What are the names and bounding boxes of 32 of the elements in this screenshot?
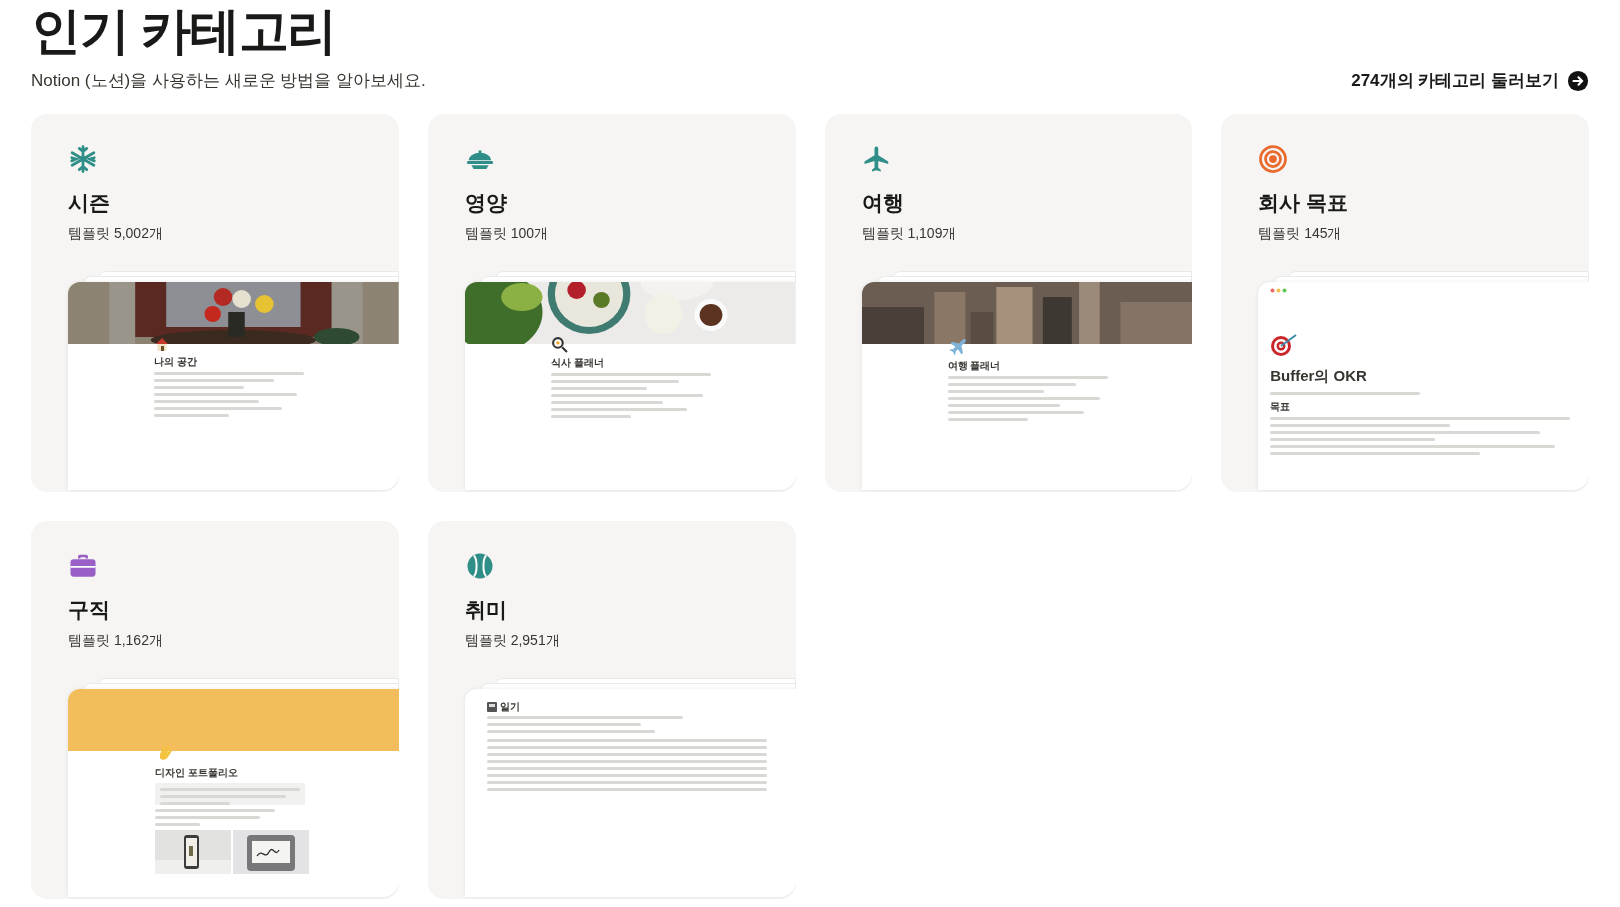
category-name: 회사 목표 bbox=[1257, 189, 1350, 216]
template-count: 템플릿 145개 bbox=[1257, 223, 1343, 243]
page-title: 나의 공간 bbox=[154, 355, 198, 369]
category-name: 영양 bbox=[463, 189, 508, 216]
arrow-right-circle-icon bbox=[1567, 69, 1589, 92]
category-card[interactable]: 시즌 템플릿 5,002개 나의 공간 bbox=[31, 113, 399, 492]
category-card[interactable]: 영양 템플릿 100개 식사 플래너 bbox=[427, 113, 796, 492]
category-card[interactable]: 취미 템플릿 2,951개 일기 bbox=[427, 520, 796, 899]
template-count: 템플릿 100개 bbox=[463, 223, 549, 243]
page-title: Buffer의 OKR bbox=[1270, 365, 1368, 386]
template-count: 템플릿 2,951개 bbox=[463, 630, 561, 650]
template-count: 템플릿 1,109개 bbox=[860, 223, 958, 243]
frying-pan-icon bbox=[550, 335, 568, 353]
page-title: 인기 카테고리 bbox=[31, 2, 338, 61]
page-title: 여행 플래너 bbox=[947, 359, 1002, 373]
category-name: 취미 bbox=[463, 596, 508, 623]
section-heading: 목표 bbox=[1270, 400, 1292, 415]
house-icon bbox=[154, 335, 170, 352]
template-count: 템플릿 5,002개 bbox=[67, 223, 164, 243]
page-title: 식사 플래너 bbox=[550, 356, 605, 370]
category-card[interactable]: 구직 템플릿 1,162개 디자인 포트폴리오 bbox=[31, 520, 399, 899]
category-card[interactable]: 여행 템플릿 1,109개 여행 플래너 bbox=[824, 113, 1193, 492]
category-name: 시즌 bbox=[67, 189, 111, 216]
category-name: 여행 bbox=[860, 189, 905, 216]
category-card[interactable]: 회사 목표 템플릿 145개 Buffer의 OKR 목표 bbox=[1221, 113, 1589, 492]
category-name: 구직 bbox=[67, 596, 111, 623]
page-title: 일기 bbox=[499, 700, 520, 714]
page-subtitle: Notion (노션)을 사용하는 새로운 방법을 알아보세요. bbox=[31, 70, 426, 92]
template-count: 템플릿 1,162개 bbox=[67, 630, 164, 650]
notebook-icon bbox=[486, 702, 497, 712]
page-title: 디자인 포트폴리오 bbox=[155, 766, 239, 780]
browse-categories-link[interactable]: 274개의 카테고리 둘러보기 bbox=[1351, 68, 1589, 94]
